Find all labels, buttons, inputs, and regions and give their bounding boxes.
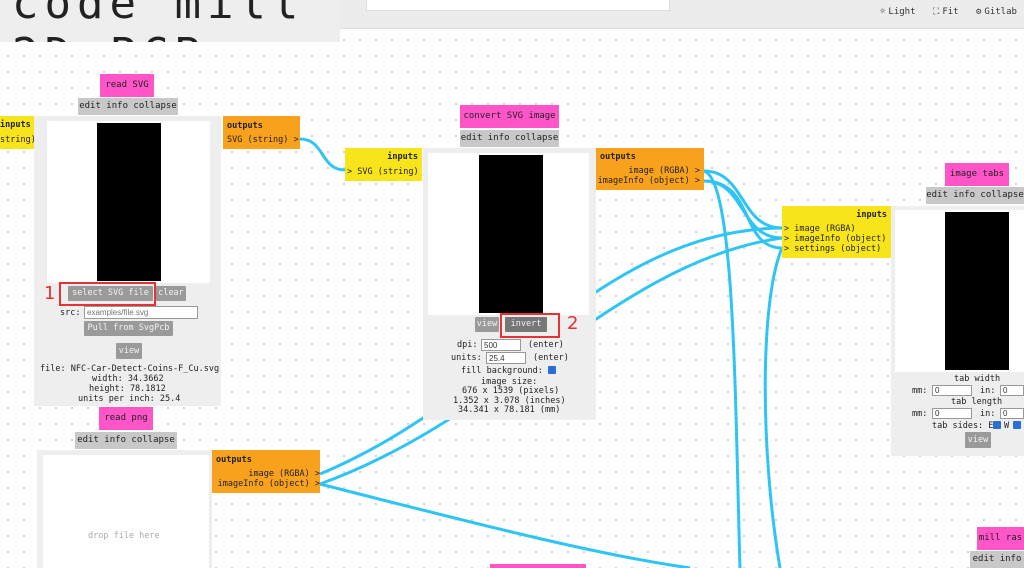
- settings-input-port[interactable]: > settings (object): [784, 244, 881, 254]
- read-svg-controls[interactable]: edit info collapse: [78, 98, 178, 115]
- dpi-label: dpi:: [457, 340, 478, 350]
- png-image-output-port[interactable]: image (RGBA) >: [248, 469, 320, 479]
- read-png-outputs: outputs image (RGBA) > imageInfo (object…: [212, 450, 320, 493]
- convert-svg-inputs: inputs > SVG (string): [345, 148, 422, 181]
- partial-input-node: inputs string): [0, 116, 36, 149]
- image-tabs-title[interactable]: image tabs: [945, 163, 1009, 186]
- image-tabs-controls[interactable]: edit info collapse: [926, 187, 1024, 204]
- file-name-text: file: NFC-Car-Detect-Coins-F_Cu.svg: [40, 364, 220, 374]
- src-input[interactable]: [84, 306, 198, 319]
- png-imageinfo-output-port[interactable]: imageInfo (object) >: [218, 479, 320, 489]
- image-rgba-output-port[interactable]: image (RGBA) >: [628, 166, 700, 176]
- convert-view-button[interactable]: view: [475, 317, 499, 332]
- height-text: height: 78.1812: [89, 384, 166, 394]
- imageinfo-input-port[interactable]: > imageInfo (object): [784, 234, 886, 244]
- src-label: src:: [60, 308, 81, 318]
- read-png-controls[interactable]: edit info collapse: [75, 432, 177, 449]
- tab-side-w-checkbox[interactable]: [1013, 421, 1021, 429]
- convert-svg-title[interactable]: convert SVG image: [460, 105, 559, 128]
- tab-width-mm-input[interactable]: [932, 385, 972, 396]
- converted-pcb-image: [479, 155, 543, 313]
- fill-background-checkbox[interactable]: [548, 366, 556, 374]
- image-tabs-view-button[interactable]: view: [965, 432, 991, 448]
- tab-length-in-input[interactable]: [1000, 408, 1024, 419]
- units-label: units:: [451, 353, 482, 363]
- imageinfo-output-port[interactable]: imageInfo (object) >: [598, 176, 700, 186]
- tabbed-pcb-image: [945, 212, 1009, 370]
- clear-button[interactable]: clear: [156, 286, 186, 301]
- convert-svg-controls[interactable]: edit info collapse: [460, 130, 559, 147]
- tab-length-mm-input[interactable]: [932, 408, 972, 419]
- units-per-inch-text: units per inch: 25.4: [78, 394, 181, 404]
- tab-side-e-checkbox[interactable]: [993, 421, 1001, 429]
- pull-from-svgpcb-button[interactable]: Pull from SvgPcb: [84, 321, 173, 336]
- units-input[interactable]: [486, 352, 526, 364]
- bottom-node-title[interactable]: [490, 564, 586, 568]
- pcb-preview-image: [97, 123, 161, 281]
- read-png-title[interactable]: read png: [99, 407, 153, 430]
- drop-zone[interactable]: drop file here: [43, 455, 209, 568]
- dpi-input[interactable]: [481, 339, 521, 351]
- annotation-label-1: 1: [44, 283, 56, 304]
- mill-raster-title[interactable]: mill ras: [977, 527, 1024, 550]
- read-svg-view-button[interactable]: view: [116, 343, 142, 359]
- annotation-box-2: [500, 313, 560, 338]
- fill-background-label: fill background:: [461, 366, 543, 376]
- svg-string-input-port[interactable]: > SVG (string): [347, 167, 419, 177]
- width-text: width: 34.3662: [92, 374, 164, 384]
- read-svg-title[interactable]: read SVG: [100, 74, 154, 97]
- mill-raster-controls[interactable]: edit info: [970, 551, 1024, 568]
- image-rgba-input-port[interactable]: > image (RGBA): [784, 224, 856, 234]
- annotation-box-1: [59, 282, 156, 306]
- tab-width-in-input[interactable]: [1000, 385, 1024, 396]
- convert-svg-outputs: outputs image (RGBA) > imageInfo (object…: [596, 148, 704, 190]
- annotation-label-2: 2: [567, 313, 579, 334]
- read-svg-outputs: outputs SVG (string) >: [223, 116, 300, 149]
- svg-string-output-port[interactable]: SVG (string) >: [227, 135, 299, 145]
- image-tabs-inputs: inputs > image (RGBA) > imageInfo (objec…: [782, 206, 891, 258]
